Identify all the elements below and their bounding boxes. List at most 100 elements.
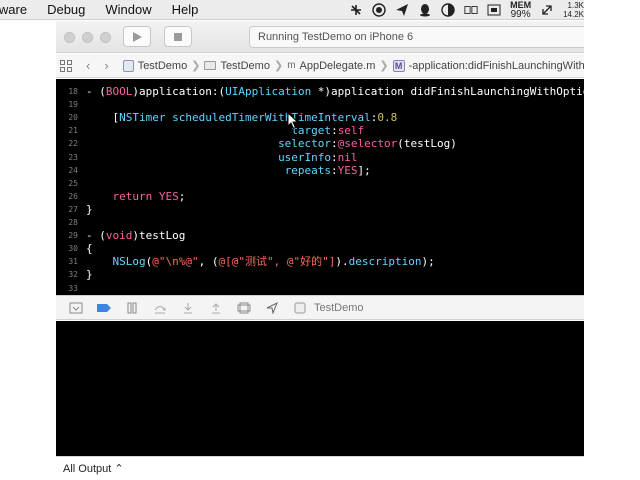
breadcrumb-file[interactable]: m AppDelegate.m bbox=[287, 60, 375, 72]
memory-meter[interactable]: MEM 99% bbox=[510, 0, 531, 19]
method-icon: M bbox=[392, 59, 405, 72]
output-filter-select[interactable]: All Output ⌃ bbox=[56, 456, 584, 480]
code-token: ). bbox=[335, 255, 349, 269]
code-token: scheduledTimerWithTimeInterval bbox=[165, 111, 371, 125]
step-out-icon[interactable] bbox=[208, 301, 224, 315]
menu-item-window[interactable]: Window bbox=[95, 0, 161, 20]
code-token: ]; bbox=[357, 163, 371, 177]
record-icon[interactable] bbox=[372, 2, 386, 17]
screen-icon[interactable] bbox=[487, 3, 501, 17]
line-number: 25 bbox=[68, 178, 78, 188]
minimize-window-button[interactable] bbox=[82, 32, 93, 43]
code-line[interactable]: 30 { bbox=[56, 242, 584, 255]
network-speed[interactable]: 1.3K 14.2K bbox=[563, 1, 584, 19]
folder-icon bbox=[204, 61, 217, 70]
breakpoints-toggle-icon[interactable] bbox=[96, 301, 112, 315]
menu-bar: lware Debug Window Help MEM 99% bbox=[0, 0, 584, 20]
stop-button[interactable] bbox=[164, 26, 192, 47]
code-line[interactable]: 29 - (void)testLog bbox=[56, 229, 584, 242]
menu-item-app[interactable]: lware bbox=[0, 0, 37, 20]
code-token: 0.8 bbox=[377, 111, 398, 125]
code-token: } bbox=[86, 202, 93, 216]
step-into-icon[interactable] bbox=[180, 301, 196, 315]
code-token: { bbox=[86, 242, 93, 256]
code-token: (testLog) bbox=[397, 137, 457, 151]
window-switch-icon[interactable] bbox=[464, 3, 478, 17]
implementation-file-icon: m bbox=[287, 60, 296, 71]
contrast-icon[interactable] bbox=[441, 2, 455, 17]
close-window-button[interactable] bbox=[64, 32, 75, 43]
breadcrumb-method[interactable]: M -application:didFinishLaunchingWithOpt… bbox=[392, 59, 584, 72]
code-token: ; bbox=[178, 189, 186, 203]
run-button[interactable] bbox=[123, 26, 151, 47]
code-line[interactable]: 25 bbox=[56, 177, 584, 190]
code-token: } bbox=[86, 268, 93, 282]
code-token: : bbox=[331, 163, 338, 177]
code-token: )application:( bbox=[132, 85, 226, 98]
code-line[interactable]: 22 selector:@selector(testLog) bbox=[56, 137, 584, 150]
code-token: return bbox=[112, 189, 153, 203]
line-number: 20 bbox=[68, 113, 78, 123]
line-number: 32 bbox=[68, 270, 78, 280]
code-line[interactable]: 28 bbox=[56, 216, 584, 229]
code-text: repeats:YES]; bbox=[86, 164, 371, 177]
breadcrumb-group[interactable]: TestDemo bbox=[204, 60, 270, 72]
code-line[interactable]: 26 return YES; bbox=[56, 190, 584, 203]
breadcrumb-separator: ❯ bbox=[379, 60, 389, 72]
code-line[interactable]: 32} bbox=[56, 268, 584, 281]
back-arrow-icon[interactable]: ‹ bbox=[86, 58, 90, 73]
send-icon[interactable] bbox=[395, 3, 409, 17]
network-link-icon[interactable] bbox=[349, 3, 363, 17]
code-token: NSTimer bbox=[119, 111, 166, 125]
menu-item-help[interactable]: Help bbox=[162, 0, 209, 20]
zoom-window-button[interactable] bbox=[100, 32, 111, 43]
pause-icon[interactable] bbox=[124, 301, 140, 315]
breadcrumb-group-label: TestDemo bbox=[220, 59, 270, 72]
code-text: - (void)testLog bbox=[86, 229, 185, 242]
code-line[interactable]: 23 userInfo:nil bbox=[56, 151, 584, 164]
code-line[interactable]: 27} bbox=[56, 203, 584, 216]
line-number: 26 bbox=[68, 191, 78, 201]
code-line[interactable]: 20 [NSTimer scheduledTimerWithTimeInterv… bbox=[56, 111, 584, 124]
code-line[interactable]: 33 bbox=[56, 282, 584, 295]
code-line[interactable]: 24 repeats:YES]; bbox=[56, 164, 584, 177]
related-items-icon[interactable] bbox=[60, 59, 72, 72]
code-token: YES bbox=[158, 189, 179, 203]
code-line[interactable]: 31 NSLog(@"\n%@", (@[@"测试", @"好的"]).desc… bbox=[56, 255, 584, 268]
line-number: 33 bbox=[68, 283, 78, 293]
forward-arrow-icon[interactable]: › bbox=[104, 58, 108, 73]
code-text: } bbox=[86, 203, 93, 216]
code-token: description bbox=[348, 255, 422, 269]
breadcrumb-project[interactable]: TestDemo bbox=[122, 59, 187, 72]
qq-icon[interactable] bbox=[418, 3, 432, 17]
debug-target-label[interactable]: TestDemo bbox=[314, 302, 364, 314]
code-line[interactable]: 19 bbox=[56, 98, 584, 111]
code-line[interactable]: 21 target:self bbox=[56, 124, 584, 137]
code-token: - ( bbox=[86, 85, 106, 98]
line-number: 29 bbox=[68, 231, 78, 241]
hide-debug-area-icon[interactable] bbox=[68, 301, 84, 315]
step-over-icon[interactable] bbox=[152, 301, 168, 315]
menu-item-debug[interactable]: Debug bbox=[37, 0, 95, 20]
console-output[interactable] bbox=[56, 321, 584, 456]
code-token: ); bbox=[421, 255, 435, 269]
code-text: [NSTimer scheduledTimerWithTimeInterval:… bbox=[86, 111, 397, 124]
code-line[interactable]: 18 - (BOOL)application:(UIApplication *)a… bbox=[56, 85, 584, 98]
code-token: void bbox=[105, 229, 133, 243]
code-token: nil bbox=[337, 150, 358, 164]
code-text: selector:@selector(testLog) bbox=[86, 137, 457, 150]
code-token: self bbox=[337, 124, 365, 138]
code-token: userInfo bbox=[278, 150, 332, 164]
view-hierarchy-icon[interactable] bbox=[236, 301, 252, 315]
code-editor[interactable]: 18- (BOOL)application:(UIApplication *)a… bbox=[56, 79, 584, 295]
simulate-location-icon[interactable] bbox=[264, 301, 280, 315]
code-token: : bbox=[331, 150, 338, 164]
jump-bar: ‹ › TestDemo ❯ TestDemo ❯ m AppDelegate.… bbox=[56, 54, 584, 78]
line-number: 28 bbox=[68, 218, 78, 227]
code-token: @[@"测试", @"好的"] bbox=[218, 255, 336, 269]
mouse-cursor-icon bbox=[287, 112, 299, 130]
line-number: 31 bbox=[68, 257, 78, 267]
arrows-icon[interactable] bbox=[540, 3, 554, 17]
code-text: { bbox=[86, 242, 93, 255]
